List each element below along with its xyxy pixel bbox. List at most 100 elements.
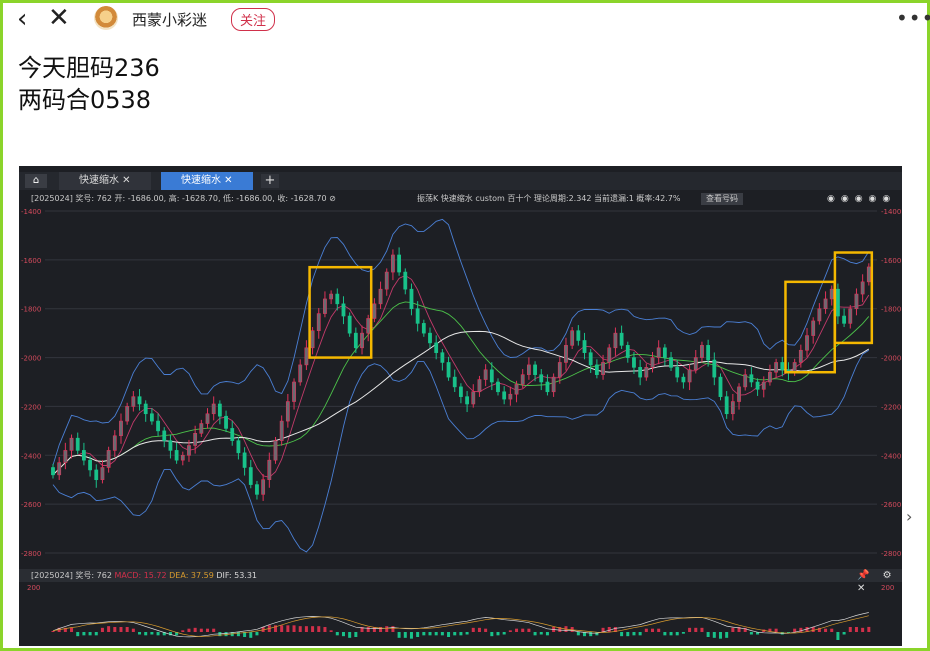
follow-button[interactable]: 关注 (231, 8, 276, 31)
candle-body (687, 369, 692, 383)
post-text: 今天胆码236 两码合0538 (18, 52, 160, 116)
candle-body (749, 374, 754, 383)
macd-bar (842, 632, 846, 635)
macd-bar (416, 632, 420, 637)
candle-body (471, 391, 476, 405)
y-tick-label-right: -1400 (881, 208, 901, 216)
macd-value: MACD: 15.72 (114, 571, 167, 580)
macd-bar (632, 632, 636, 636)
candle-body (112, 435, 117, 451)
more-dots-icon[interactable]: ••• (896, 6, 930, 30)
macd-bar (206, 628, 210, 632)
macd-bar (249, 632, 253, 638)
candle-body (82, 450, 86, 461)
macd-bar (156, 632, 160, 636)
macd-bar (199, 628, 203, 632)
candle-body (199, 423, 204, 434)
candle-body (768, 371, 772, 383)
candle-body (224, 415, 228, 429)
candle-body (69, 437, 74, 451)
macd-bar (119, 627, 123, 632)
macd-info-bar: [2025024] 奖号: 762 MACD: 15.72 DEA: 37.59… (19, 569, 902, 594)
candle-body (323, 298, 327, 314)
macd-bar (82, 632, 86, 636)
macd-bar (694, 627, 698, 632)
macd-bar (521, 628, 525, 632)
y-tick-label-right: -2800 (881, 550, 901, 558)
macd-panel-icons[interactable]: 📌 ⚙ ✕ (857, 569, 902, 595)
candle-body (193, 432, 198, 446)
candle-body (508, 393, 513, 400)
candle-body (811, 320, 816, 336)
candle-body (774, 362, 779, 373)
macd-bar (317, 626, 321, 632)
macd-bar (354, 632, 358, 637)
y-tick-label-right: -2200 (881, 403, 901, 411)
candle-body (403, 271, 408, 290)
macd-bar (508, 630, 512, 632)
macd-bar (323, 627, 327, 632)
macd-bar (193, 627, 197, 632)
chevron-right-icon[interactable]: › (906, 507, 912, 526)
candle-body (409, 288, 414, 310)
candle-body (428, 332, 432, 344)
chevron-left-icon[interactable]: ‹ (17, 6, 27, 32)
candle-body (236, 440, 241, 454)
y-tick-label-left: -2200 (21, 403, 41, 411)
candle-body (217, 403, 222, 417)
macd-bar (774, 628, 778, 632)
y-axis-right: -1400 -1600 -1800 -2000 -2200 -2400 -2600 -2800 (881, 208, 901, 558)
macd-bar (131, 628, 135, 632)
macd-bar (731, 627, 735, 632)
macd-bar (681, 632, 685, 634)
candle-body (761, 381, 766, 390)
macd-bar (403, 632, 407, 638)
candle-body (718, 376, 723, 397)
candle-body (712, 359, 717, 378)
macd-bar (675, 632, 679, 636)
macd-bar (447, 632, 451, 637)
macd-bar (391, 626, 395, 632)
macd-panel: 200 200 (19, 582, 902, 646)
macd-bar (88, 632, 92, 636)
candle-body (829, 288, 834, 300)
macd-bar (335, 632, 339, 636)
macd-bar (749, 632, 753, 635)
candle-body (384, 271, 389, 290)
candle-body (156, 420, 160, 432)
close-icon[interactable]: ✕ (48, 5, 70, 31)
candle-body (860, 281, 865, 295)
macd-bar (867, 626, 871, 632)
macd-bar (397, 632, 401, 638)
macd-bar (576, 632, 580, 636)
macd-bar (477, 627, 481, 632)
macd-bar (422, 632, 426, 636)
candle-body (360, 332, 364, 349)
avatar[interactable] (94, 6, 118, 30)
candle-body (570, 330, 575, 346)
candle-body (63, 450, 68, 463)
macd-bar (638, 632, 642, 636)
candle-body (662, 347, 667, 358)
candle-body (434, 342, 439, 353)
username[interactable]: 西蒙小彩迷 (132, 9, 207, 30)
y-axis-left: -1400 -1600 -1800 -2000 -2200 -2400 -2600 -2800 (21, 208, 41, 558)
candle-body (310, 330, 315, 349)
candle-body (106, 450, 111, 468)
candle-body (94, 469, 99, 481)
candle-body (304, 347, 309, 366)
macd-bar (440, 632, 444, 636)
candle-body (477, 379, 482, 393)
candle-body (594, 364, 599, 375)
dea-value: DEA: 37.59 (169, 571, 214, 580)
top-bar: ‹ ✕ 西蒙小彩迷 关注 ••• (0, 0, 930, 40)
candle-body (780, 362, 785, 371)
candle-body (137, 396, 142, 405)
candle-body (613, 332, 618, 349)
y-tick-label-left: -1400 (21, 208, 41, 216)
candle-body (273, 440, 278, 461)
macd-bar (527, 628, 531, 632)
macd-bar (502, 632, 506, 635)
y-tick-label-right: -2400 (881, 452, 901, 460)
candle-body (644, 367, 649, 378)
